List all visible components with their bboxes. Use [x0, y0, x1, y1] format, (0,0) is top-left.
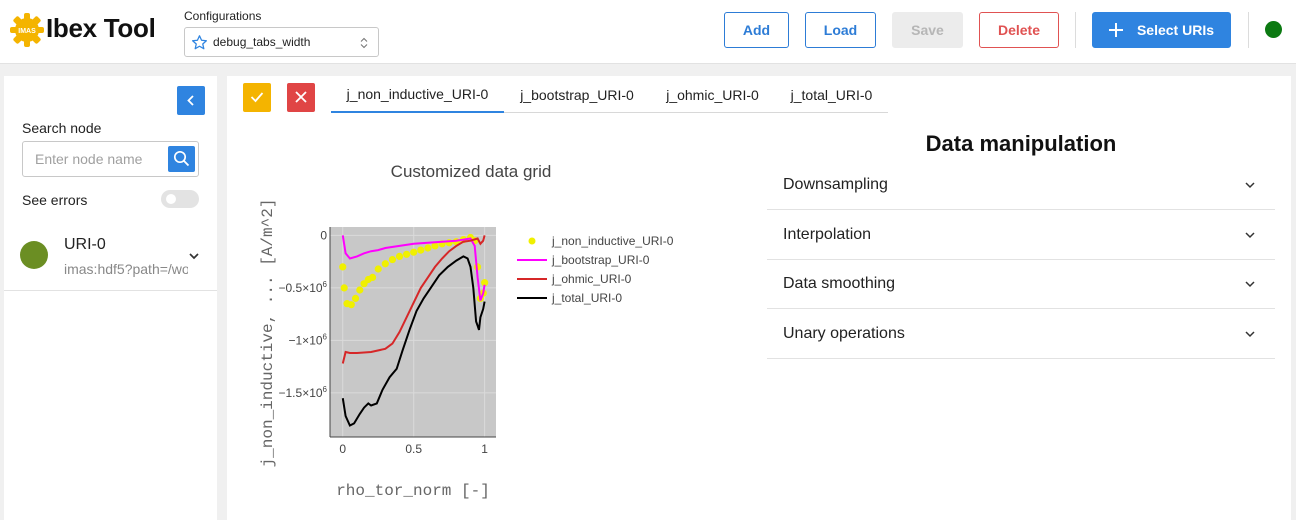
- see-errors-toggle[interactable]: [161, 190, 199, 208]
- data-point: [356, 286, 364, 294]
- data-point: [339, 263, 347, 271]
- plot-area: [330, 227, 496, 437]
- data-manipulation-title: Data manipulation: [925, 131, 1117, 156]
- close-icon: [295, 91, 307, 103]
- accordion-label: Interpolation: [783, 226, 872, 243]
- chart[interactable]: Customized data grid 0 0.5 1 0 −0.5×106 −1×106…: [227, 156, 697, 506]
- app-title: Ibex Tool: [46, 13, 156, 43]
- data-point: [388, 255, 397, 264]
- search-icon: [173, 150, 190, 167]
- search-input[interactable]: [23, 142, 167, 176]
- accordion-label: Data smoothing: [783, 275, 896, 292]
- select-uris-button[interactable]: Select URIs: [1092, 12, 1231, 48]
- x-axis-title: rho_tor_norm [-]: [336, 482, 490, 500]
- uri-color-indicator: [20, 241, 48, 269]
- data-point: [347, 301, 355, 309]
- tab-j-total[interactable]: j_total_URI-0: [775, 76, 888, 113]
- load-button[interactable]: Load: [805, 12, 876, 48]
- select-uris-label: Select URIs: [1136, 22, 1215, 38]
- tab-j-bootstrap[interactable]: j_bootstrap_URI-0: [504, 76, 650, 113]
- save-button[interactable]: Save: [892, 12, 963, 48]
- legend-label: j_ohmic_URI-0: [551, 272, 632, 286]
- accordion-downsampling[interactable]: Downsampling: [767, 160, 1275, 210]
- data-point: [368, 273, 377, 281]
- search-button[interactable]: [168, 146, 195, 172]
- accordion-label: Downsampling: [783, 176, 888, 193]
- chevron-down-icon: [1245, 232, 1255, 239]
- legend-label: j_bootstrap_URI-0: [551, 253, 650, 267]
- status-indicator: [1265, 21, 1282, 38]
- data-point: [417, 246, 425, 254]
- data-point: [424, 244, 432, 252]
- tab-j-non-inductive[interactable]: j_non_inductive_URI-0: [331, 76, 504, 113]
- y-axis-title: j_non_inductive, ... [A/m^2]: [259, 199, 277, 468]
- sidebar: Search node See errors URI-0 imas:hdf5?p…: [4, 76, 217, 520]
- y-tick-label: −1×106: [289, 332, 328, 347]
- check-icon: [250, 92, 264, 103]
- chevron-down-icon: [1245, 182, 1255, 189]
- search-node-label: Search node: [22, 120, 102, 136]
- select-caret-icon: [360, 37, 368, 49]
- uri-name: URI-0: [64, 236, 106, 253]
- confirm-button[interactable]: [243, 83, 271, 112]
- data-point: [340, 284, 348, 292]
- legend-label: j_non_inductive_URI-0: [551, 234, 674, 248]
- node-tabs: j_non_inductive_URI-0 j_bootstrap_URI-0 …: [331, 76, 888, 113]
- uri-path: imas:hdf5?path=/wo: [64, 261, 188, 277]
- toggle-knob: [166, 194, 176, 204]
- chevron-down-icon: [1245, 331, 1255, 338]
- accordion-data-smoothing[interactable]: Data smoothing: [767, 259, 1275, 309]
- legend-label: j_total_URI-0: [551, 291, 622, 305]
- x-tick-label: 1: [481, 442, 488, 456]
- cancel-button[interactable]: [287, 83, 315, 112]
- add-button[interactable]: Add: [724, 12, 789, 48]
- chevron-left-icon: [187, 95, 194, 106]
- data-point: [351, 294, 360, 302]
- accordion-interpolation[interactable]: Interpolation: [767, 210, 1275, 260]
- header-divider: [1075, 12, 1076, 48]
- x-tick-label: 0: [339, 442, 346, 456]
- logo-text: IMAS: [18, 28, 36, 35]
- data-point: [403, 250, 411, 258]
- header-divider: [1248, 12, 1249, 48]
- data-point: [381, 260, 389, 268]
- x-tick-label: 0.5: [405, 442, 422, 456]
- see-errors-label: See errors: [22, 192, 88, 208]
- data-point: [410, 248, 418, 256]
- data-point: [395, 252, 404, 260]
- tab-j-ohmic[interactable]: j_ohmic_URI-0: [650, 76, 775, 113]
- search-box: [22, 141, 199, 177]
- config-value: debug_tabs_width: [213, 35, 311, 49]
- legend-marker: [528, 237, 536, 245]
- plus-icon: [1108, 23, 1123, 37]
- accordion-unary-operations[interactable]: Unary operations: [767, 309, 1275, 359]
- y-tick-label: −1.5×106: [279, 385, 328, 400]
- y-tick-label: 0: [320, 228, 327, 242]
- config-select[interactable]: debug_tabs_width: [184, 27, 379, 57]
- chevron-down-icon[interactable]: [188, 252, 200, 260]
- star-icon[interactable]: [191, 34, 208, 51]
- chevron-down-icon: [1245, 281, 1255, 288]
- accordion-label: Unary operations: [783, 325, 905, 342]
- y-tick-label: −0.5×106: [279, 280, 328, 295]
- chart-title: Customized data grid: [391, 162, 552, 181]
- ibex-logo: IMAS: [10, 13, 44, 47]
- config-label: Configurations: [184, 9, 262, 23]
- data-point: [374, 265, 382, 273]
- delete-button[interactable]: Delete: [979, 12, 1059, 48]
- main-panel: j_non_inductive_URI-0 j_bootstrap_URI-0 …: [227, 76, 1291, 520]
- collapse-sidebar-button[interactable]: [177, 86, 205, 115]
- app-header: IMAS Ibex Tool Configurations debug_tabs…: [0, 0, 1296, 64]
- uri-list-item[interactable]: URI-0 imas:hdf5?path=/wo: [4, 224, 217, 291]
